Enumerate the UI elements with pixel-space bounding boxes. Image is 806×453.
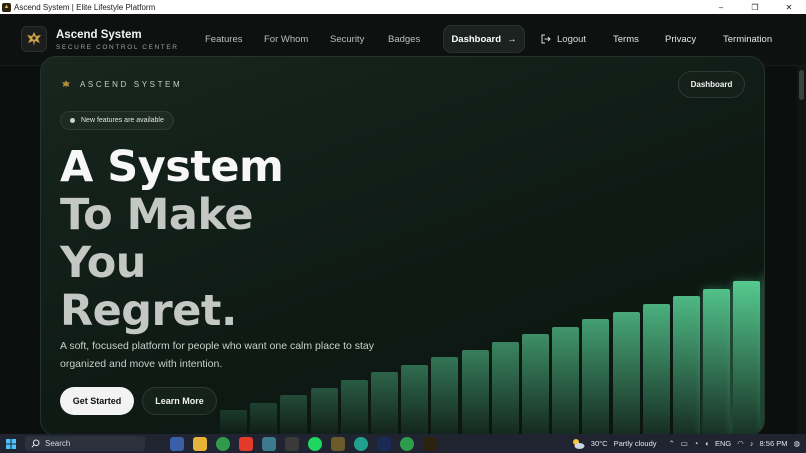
volume-icon[interactable]: ◖ bbox=[704, 439, 709, 448]
wifi-icon[interactable]: ◠ bbox=[737, 439, 744, 448]
youtube-icon[interactable] bbox=[239, 436, 253, 451]
headline-line-4: Regret. bbox=[60, 286, 237, 336]
small-emblem-icon bbox=[61, 79, 71, 89]
nav-badges[interactable]: Badges bbox=[388, 34, 420, 45]
nav-features[interactable]: Features bbox=[205, 34, 243, 45]
nav-dashboard-label: Dashboard bbox=[451, 33, 502, 45]
eagle-emblem-icon bbox=[27, 32, 41, 46]
new-features-pill[interactable]: New features are available bbox=[60, 111, 174, 130]
pill-text: New features are available bbox=[81, 117, 164, 124]
minimize-button[interactable]: – bbox=[704, 0, 738, 14]
terminal-icon[interactable] bbox=[285, 436, 299, 451]
chevron-up-icon[interactable]: ⌃ bbox=[669, 439, 675, 448]
logout-link[interactable]: Logout bbox=[541, 32, 586, 46]
hero-lead: A soft, focused platform for people who … bbox=[60, 340, 375, 370]
hero-headline: A System To Make You Regret. bbox=[60, 142, 284, 336]
maximize-button[interactable]: ❐ bbox=[738, 0, 772, 14]
status-dot-icon bbox=[70, 118, 75, 123]
spotify-icon[interactable] bbox=[308, 436, 322, 451]
nav-security[interactable]: Security bbox=[330, 34, 364, 45]
app-icon: ▲ bbox=[2, 2, 11, 12]
battery-icon[interactable]: ▭ bbox=[681, 439, 688, 448]
decor-bar bbox=[703, 289, 731, 435]
headline-line-3: You bbox=[60, 238, 146, 288]
partly-cloudy-icon bbox=[572, 438, 585, 449]
decor-bar bbox=[340, 380, 368, 435]
window-titlebar: ▲ Ascend System | Elite Lifestyle Platfo… bbox=[0, 0, 806, 14]
temperature[interactable]: 30°C bbox=[591, 439, 608, 448]
network-icon[interactable]: ◔ bbox=[694, 439, 699, 448]
decor-bar bbox=[582, 319, 610, 435]
nav-dashboard-button[interactable]: Dashboard → bbox=[443, 25, 525, 53]
decor-bar bbox=[401, 365, 429, 435]
logout-icon bbox=[541, 34, 551, 44]
brand-name[interactable]: Ascend System bbox=[56, 29, 142, 41]
decor-bar bbox=[612, 312, 640, 435]
decor-bar bbox=[642, 304, 670, 435]
logout-label: Logout bbox=[557, 33, 587, 45]
taskbar: Search 30°C Partly cloudy ⌃ ▭ ◔ ◖ ENG ◠ … bbox=[0, 434, 806, 453]
decor-bar bbox=[371, 372, 398, 435]
file-explorer-icon[interactable] bbox=[193, 436, 207, 451]
card-dashboard-button[interactable]: Dashboard bbox=[678, 71, 745, 98]
chrome-icon[interactable] bbox=[216, 436, 230, 451]
card-brand: ASCEND SYSTEM bbox=[80, 80, 183, 89]
decor-bar bbox=[431, 357, 459, 435]
language-indicator[interactable]: ENG bbox=[715, 439, 731, 448]
app-icon-teal[interactable] bbox=[262, 436, 276, 451]
taskbar-search[interactable]: Search bbox=[25, 436, 145, 451]
headline-line-2: To Make bbox=[60, 190, 254, 240]
headline-line-1: A System bbox=[60, 142, 284, 192]
decor-bar bbox=[220, 410, 247, 435]
app-icon-brown[interactable] bbox=[331, 436, 345, 451]
windows-logo-icon bbox=[6, 438, 16, 449]
close-button[interactable]: ✕ bbox=[772, 0, 806, 14]
decor-bar bbox=[522, 334, 549, 435]
decor-bar bbox=[280, 395, 308, 435]
chrome-icon-2[interactable] bbox=[400, 436, 414, 451]
get-started-button[interactable]: Get Started bbox=[60, 387, 134, 415]
brand-logo[interactable] bbox=[21, 26, 47, 52]
arc-icon[interactable] bbox=[377, 436, 391, 451]
chatgpt-icon[interactable] bbox=[354, 436, 368, 451]
clock[interactable]: 8:56 PM bbox=[760, 439, 788, 448]
nav-privacy[interactable]: Privacy bbox=[665, 34, 696, 45]
decor-bar bbox=[461, 350, 489, 435]
window-title: Ascend System | Elite Lifestyle Platform bbox=[14, 2, 156, 12]
learn-more-button[interactable]: Learn More bbox=[142, 387, 217, 415]
nav-terms[interactable]: Terms bbox=[613, 34, 639, 45]
decor-bar bbox=[491, 342, 519, 435]
speaker-icon[interactable]: ♪ bbox=[750, 439, 754, 448]
scrollbar-thumb[interactable] bbox=[799, 70, 804, 100]
nav-for-whom[interactable]: For Whom bbox=[264, 34, 308, 45]
notification-bell-icon[interactable]: ◍ bbox=[793, 439, 800, 448]
decor-bar bbox=[763, 274, 764, 435]
search-icon bbox=[31, 439, 40, 448]
page-scrollbar[interactable] bbox=[797, 66, 806, 434]
nav-termination[interactable]: Termination bbox=[723, 34, 772, 45]
taskbar-apps bbox=[170, 436, 437, 451]
arrow-right-icon: → bbox=[507, 33, 517, 45]
brand-subtitle: SECURE CONTROL CENTER bbox=[56, 44, 179, 51]
ascend-app-icon[interactable] bbox=[423, 436, 437, 451]
start-button[interactable] bbox=[0, 434, 22, 453]
decor-bar bbox=[250, 403, 278, 435]
decor-bar bbox=[673, 296, 700, 435]
decor-bar bbox=[310, 388, 338, 435]
decor-bar bbox=[552, 327, 580, 435]
hero-card: ASCEND SYSTEM Dashboard New features are… bbox=[40, 56, 765, 436]
system-tray: 30°C Partly cloudy ⌃ ▭ ◔ ◖ ENG ◠ ♪ 8:56 … bbox=[571, 434, 800, 453]
copilot-icon[interactable] bbox=[170, 436, 184, 451]
decor-bar bbox=[733, 281, 761, 435]
search-placeholder: Search bbox=[45, 439, 71, 448]
weather-text[interactable]: Partly cloudy bbox=[614, 439, 657, 448]
